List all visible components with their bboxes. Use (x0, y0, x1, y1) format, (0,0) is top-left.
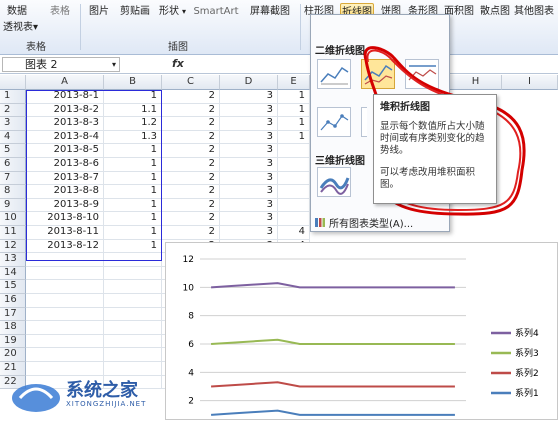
watermark-logo: 系统之家 XITONGZHIJIA.NET (6, 372, 196, 418)
tooltip: 堆积折线图 显示每个数值所占大小随时间或有序类别变化的趋势线。 可以考虑改用堆积… (373, 94, 497, 204)
watermark-url: XITONGZHIJIA.NET (66, 400, 147, 408)
tooltip-extra: 可以考虑改用堆积面积图。 (380, 167, 476, 190)
red-highlight-annotation (363, 46, 526, 216)
tooltip-title: 堆积折线图 (380, 102, 430, 113)
watermark-text: 系统之家 (66, 380, 138, 401)
tooltip-description: 显示每个数值所占大小随时间或有序类别变化的趋势线。 (380, 121, 485, 156)
